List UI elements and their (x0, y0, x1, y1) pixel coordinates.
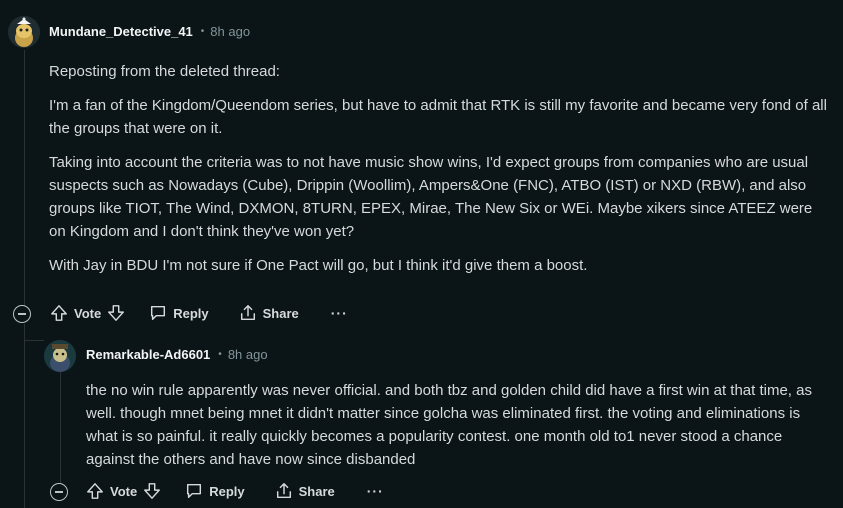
share-button[interactable]: Share (239, 304, 299, 322)
comment-paragraph: With Jay in BDU I'm not sure if One Pact… (49, 257, 588, 274)
downvote-button[interactable] (107, 304, 125, 322)
reply-button[interactable]: Reply (149, 304, 209, 322)
snoo-avatar-icon (44, 340, 76, 372)
share-label: Share (298, 483, 335, 499)
separator-dot: • (218, 349, 222, 360)
thread-line-main (24, 50, 25, 310)
comment-actions: Vote Reply Share ··· (50, 304, 348, 322)
comment-header: Mundane_Detective_41 • 8h ago (49, 24, 250, 39)
minus-icon (18, 313, 26, 315)
comment-body: Reposting from the deleted thread: I'm a… (49, 60, 829, 288)
collapse-thread-button[interactable] (50, 483, 68, 501)
username-link[interactable]: Mundane_Detective_41 (49, 24, 193, 39)
share-button[interactable]: Share (275, 482, 335, 500)
username-link[interactable]: Remarkable-Ad6601 (86, 347, 210, 362)
avatar[interactable] (44, 340, 76, 372)
separator-dot: • (200, 26, 205, 37)
avatar[interactable] (8, 16, 40, 48)
comment-bubble-icon (151, 305, 166, 321)
more-options-button[interactable]: ··· (331, 305, 348, 321)
snoo-avatar-icon (8, 16, 40, 48)
upvote-button[interactable]: Vote (50, 304, 101, 322)
vote-label: Vote (110, 483, 138, 499)
more-options-icon: ··· (366, 483, 384, 499)
comment-paragraph: I'm a fan of the Kingdom/Queendom series… (49, 97, 827, 137)
comment-header: Remarkable-Ad6601 • 8h ago (86, 347, 268, 362)
timestamp[interactable]: 8h ago (210, 24, 250, 39)
comment-actions: Vote Reply Share ··· (86, 482, 384, 500)
downvote-arrow-icon (144, 483, 161, 499)
collapse-thread-button[interactable] (13, 305, 31, 323)
thread-line-reply-branch (24, 340, 44, 341)
thread-line-reply (60, 372, 61, 484)
comment-paragraph: Taking into account the criteria was to … (49, 154, 813, 240)
more-options-button[interactable]: ··· (367, 483, 384, 499)
share-label: Share (262, 305, 299, 321)
upvote-arrow-icon (51, 305, 67, 321)
upvote-arrow-icon (87, 483, 103, 499)
minus-icon (55, 491, 63, 493)
downvote-arrow-icon (108, 305, 125, 321)
thread-line-child (24, 324, 25, 508)
vote-label: Vote (74, 305, 102, 321)
comment-paragraph: the no win rule apparently was never off… (86, 382, 812, 468)
upvote-button[interactable]: Vote (86, 482, 137, 500)
more-options-icon: ··· (330, 305, 348, 321)
reply-button[interactable]: Reply (185, 482, 245, 500)
comment-body: the no win rule apparently was never off… (86, 379, 826, 482)
comment-paragraph: Reposting from the deleted thread: (49, 63, 280, 80)
share-icon (240, 305, 255, 321)
comment-bubble-icon (187, 483, 202, 499)
reply-label: Reply (173, 305, 209, 321)
timestamp[interactable]: 8h ago (228, 347, 268, 362)
reply-label: Reply (209, 483, 245, 499)
share-icon (276, 483, 291, 499)
downvote-button[interactable] (143, 482, 161, 500)
